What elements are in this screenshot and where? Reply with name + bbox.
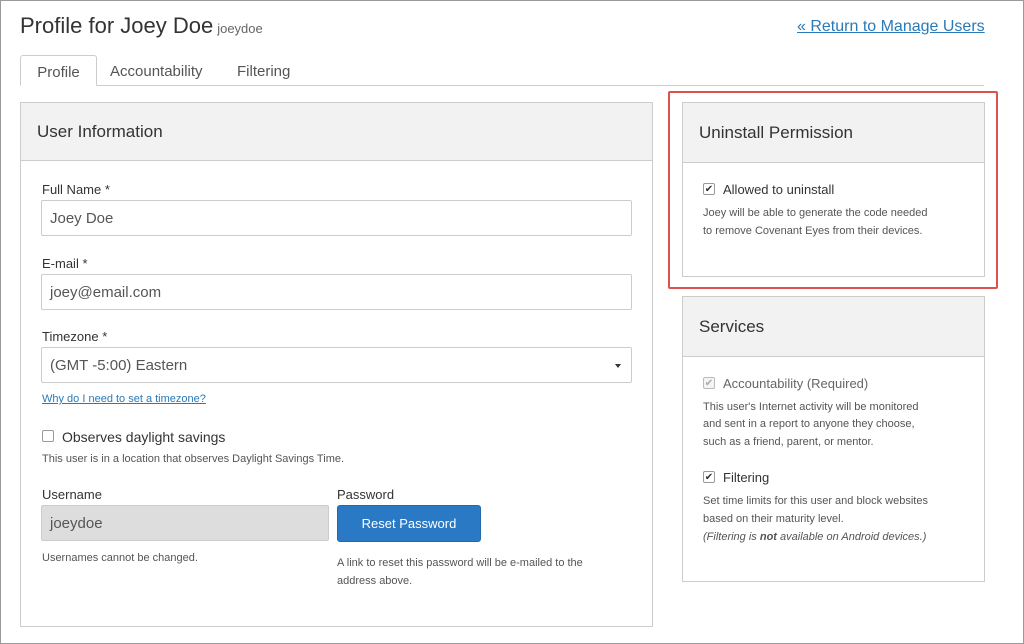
filtering-android-note: (Filtering is not available on Android d… <box>703 528 926 546</box>
accountability-checkbox: ✔ <box>703 377 715 389</box>
accountability-desc-line-3: such as a friend, parent, or mentor. <box>703 436 874 448</box>
username-help-text: Usernames cannot be changed. <box>42 552 198 564</box>
uninstall-desc-line-2: to remove Covenant Eyes from their devic… <box>703 225 923 237</box>
timezone-label: Timezone * <box>42 329 108 344</box>
full-name-input[interactable]: Joey Doe <box>41 200 632 236</box>
filtering-desc-line-1: Set time limits for this user and block … <box>703 495 928 507</box>
accountability-desc-line-2: and sent in a report to anyone they choo… <box>703 418 915 430</box>
uninstall-desc-line-1: Joey will be able to generate the code n… <box>703 207 928 219</box>
filtering-note-post: available on Android devices.) <box>776 531 927 543</box>
timezone-select[interactable]: (GMT -5:00) Eastern <box>41 347 632 383</box>
password-help-line-1: A link to reset this password will be e-… <box>337 557 583 569</box>
user-information-title: User Information <box>21 103 652 161</box>
dst-label: Observes daylight savings <box>62 429 226 445</box>
return-to-manage-users-link[interactable]: « Return to Manage Users <box>797 18 985 36</box>
page-title-username: joeydoe <box>217 21 263 36</box>
filtering-note-bold: not <box>759 531 777 543</box>
filtering-checkbox[interactable]: ✔ <box>703 471 715 483</box>
password-label: Password <box>337 487 395 502</box>
full-name-label: Full Name * <box>42 182 110 197</box>
allowed-to-uninstall-checkbox[interactable]: ✔ <box>703 183 715 195</box>
filtering-desc-line-2: based on their maturity level. <box>703 513 844 525</box>
tab-accountability[interactable]: Accountability <box>110 55 203 86</box>
username-label: Username <box>42 487 102 502</box>
password-help-line-2: address above. <box>337 575 413 587</box>
tab-filtering[interactable]: Filtering <box>237 55 290 86</box>
username-input: joeydoe <box>41 505 329 541</box>
accountability-label: Accountability (Required) <box>723 376 869 391</box>
page-title-text: Profile for Joey Doe <box>20 13 214 38</box>
chevron-down-icon <box>615 364 621 368</box>
services-title: Services <box>683 297 984 357</box>
tab-profile[interactable]: Profile <box>20 55 97 86</box>
timezone-help-link[interactable]: Why do I need to set a timezone? <box>42 393 206 405</box>
email-input[interactable]: joey@email.com <box>41 274 632 310</box>
timezone-selected-value: (GMT -5:00) Eastern <box>50 356 188 374</box>
dst-help-text: This user is in a location that observes… <box>42 453 345 465</box>
accountability-desc-line-1: This user's Internet activity will be mo… <box>703 401 919 413</box>
reset-password-button[interactable]: Reset Password <box>337 505 481 542</box>
filtering-note-pre: (Filtering is <box>703 531 760 543</box>
allowed-to-uninstall-label: Allowed to uninstall <box>723 182 835 197</box>
dst-checkbox[interactable] <box>42 430 54 442</box>
page-title: Profile for Joey Doe joeydoe <box>20 13 263 39</box>
email-label: E-mail * <box>42 256 88 271</box>
filtering-label: Filtering <box>723 470 770 485</box>
